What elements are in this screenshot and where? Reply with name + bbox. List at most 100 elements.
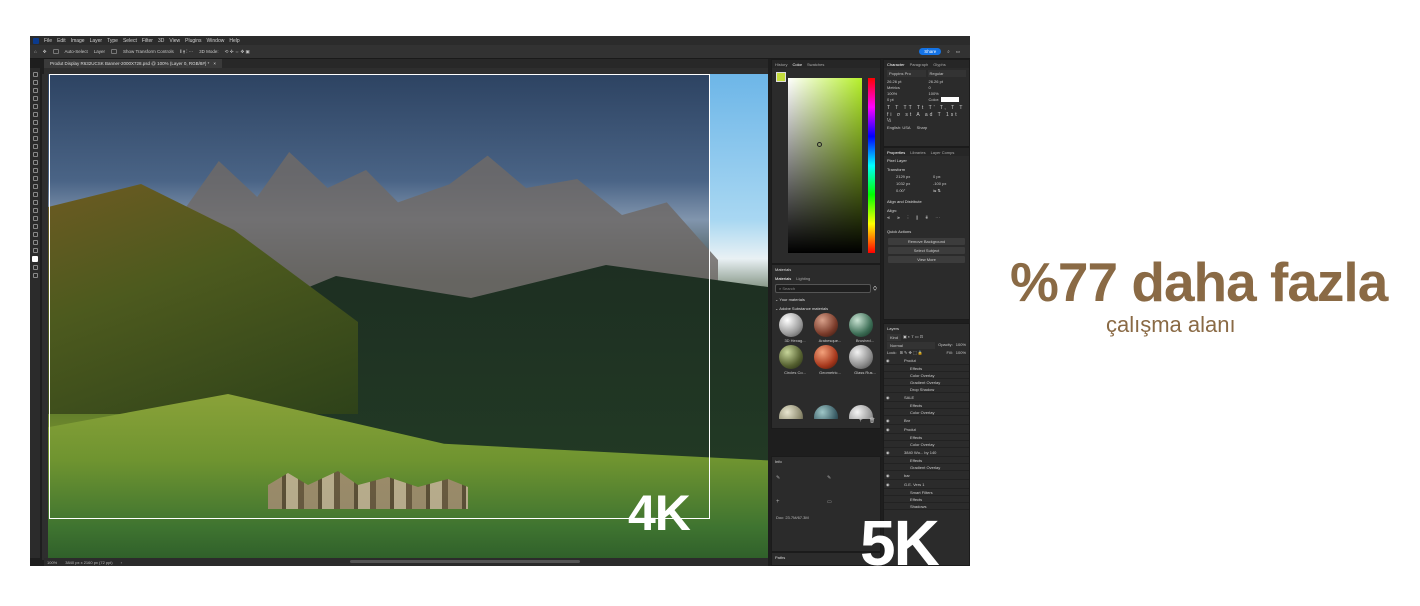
horizontal-scale-field[interactable]: 100%	[929, 91, 967, 96]
tab-properties[interactable]: Properties	[887, 150, 905, 155]
layer-effect-item[interactable]: Color Overlay	[884, 372, 969, 379]
tracking-field[interactable]: 0	[929, 85, 967, 90]
text-color-swatch[interactable]	[941, 97, 960, 102]
share-button[interactable]: Share	[919, 48, 942, 55]
eye-icon[interactable]: ◉	[886, 393, 890, 402]
layer-effect-item[interactable]: Effects	[884, 434, 969, 441]
material-item[interactable]: Glass Rus...	[849, 345, 881, 375]
healing-tool-icon[interactable]	[32, 136, 38, 141]
layer-effect-item[interactable]: Gradient Overlay	[884, 464, 969, 471]
layer-effect-item[interactable]: Smart Filters	[884, 489, 969, 496]
auto-select-checkbox[interactable]	[52, 49, 59, 54]
document-canvas[interactable]: 4K	[48, 74, 768, 560]
opacity-field[interactable]: 100%	[956, 342, 966, 349]
menu-view[interactable]: View	[169, 38, 180, 44]
workspace-icon[interactable]: ▭	[956, 49, 960, 55]
language-select[interactable]: English: USA	[887, 125, 911, 130]
menu-type[interactable]: Type	[107, 38, 118, 44]
material-thumbnail-icon[interactable]	[779, 405, 803, 419]
tab-libraries[interactable]: Libraries	[910, 150, 925, 155]
horizontal-scrollbar[interactable]	[350, 560, 580, 563]
layer-effect-item[interactable]: Effects	[884, 457, 969, 464]
material-item[interactable]: Arabesque...	[814, 313, 846, 343]
layer-effect-item[interactable]: Effects	[884, 365, 969, 372]
layer-filter-kind[interactable]: Kind	[887, 334, 902, 341]
show-transform-checkbox[interactable]	[111, 49, 118, 54]
baseline-shift-field[interactable]: 0 pt	[887, 97, 925, 102]
materials-search-input[interactable]: ⌕ Search	[775, 284, 871, 293]
marquee-tool-icon[interactable]	[32, 88, 38, 93]
tab-paragraph[interactable]: Paragraph	[910, 62, 929, 67]
layer-effect-item[interactable]: Effects	[884, 496, 969, 503]
fill-field[interactable]: 100%	[956, 350, 966, 355]
quick-actions-header[interactable]: Quick Actions	[884, 227, 969, 236]
layer-item[interactable]: ◉ Bnr	[884, 416, 969, 425]
eye-icon[interactable]: ◉	[886, 448, 890, 457]
blend-mode-select[interactable]: Normal	[887, 342, 936, 349]
remove-background-button[interactable]: Remove Background	[888, 238, 965, 245]
menu-edit[interactable]: Edit	[57, 38, 66, 44]
frame-tool-icon[interactable]	[32, 120, 38, 125]
type-tool-icon[interactable]	[32, 208, 38, 213]
material-item[interactable]: Geometric...	[814, 345, 846, 375]
stamp-tool-icon[interactable]	[32, 152, 38, 157]
add-material-icon[interactable]: +	[859, 418, 863, 424]
eye-icon[interactable]: ◉	[886, 416, 890, 425]
material-thumbnail-icon[interactable]	[814, 405, 838, 419]
view-more-button[interactable]: View More	[888, 256, 965, 263]
eye-icon[interactable]: ◉	[886, 356, 890, 365]
move-tool-icon[interactable]	[32, 72, 38, 77]
angle-field[interactable]: 0.00°	[896, 188, 929, 193]
shape-tool-icon[interactable]	[32, 224, 38, 229]
tab-character[interactable]: Character	[887, 62, 905, 67]
eye-icon[interactable]: ◉	[886, 425, 890, 434]
blur-tool-icon[interactable]	[32, 184, 38, 189]
tab-materials[interactable]: Materials	[775, 276, 791, 281]
quick-select-tool-icon[interactable]	[32, 104, 38, 109]
lasso-tool-icon[interactable]	[32, 96, 38, 101]
x-field[interactable]: 0 px	[933, 174, 966, 179]
tab-swatches[interactable]: Swatches	[807, 62, 824, 67]
chevron-right-icon[interactable]: ›	[121, 560, 122, 565]
dodge-tool-icon[interactable]	[32, 192, 38, 197]
hand-tool-icon[interactable]	[32, 232, 38, 237]
menu-3d[interactable]: 3D	[158, 38, 164, 44]
menu-layer[interactable]: Layer	[90, 38, 103, 44]
screen-mode-icon[interactable]	[32, 273, 38, 278]
menu-select[interactable]: Select	[123, 38, 137, 44]
eye-icon[interactable]: ◉	[886, 480, 890, 489]
type-style-buttons[interactable]: T T TT Tt T' T, T T	[887, 105, 966, 111]
transform-header[interactable]: Transform	[884, 165, 969, 174]
flip-icons[interactable]: ⇋ ⇅	[933, 188, 966, 193]
align-buttons[interactable]: ⫷ ⫸ ⫶ ⫴ ⫵ ⋯	[887, 215, 966, 221]
leading-field[interactable]: 26.26 pt	[929, 79, 967, 84]
layer-effect-item[interactable]: Color Overlay	[884, 409, 969, 416]
font-family-select[interactable]: Poppins Pro	[887, 70, 926, 77]
brush-tool-icon[interactable]	[32, 144, 38, 149]
quick-mask-icon[interactable]	[32, 265, 38, 270]
path-select-tool-icon[interactable]	[32, 216, 38, 221]
more-tools-icon[interactable]	[32, 248, 38, 253]
layer-filter-icons[interactable]: ▣ ◐ T ▭ ⊡	[903, 334, 923, 341]
menu-window[interactable]: Window	[207, 38, 225, 44]
material-thumbnail-icon[interactable]	[849, 405, 873, 419]
material-item[interactable]: Brushed...	[849, 313, 881, 343]
layer-effect-item[interactable]: Effects	[884, 402, 969, 409]
layer-item[interactable]: ◉ 3840 Wo... by 140	[884, 448, 969, 457]
antialias-select[interactable]: Sharp	[917, 125, 928, 130]
tab-glyphs[interactable]: Glyphs	[933, 62, 945, 67]
close-icon[interactable]: ×	[213, 61, 216, 66]
menu-help[interactable]: Help	[229, 38, 239, 44]
material-item[interactable]: 3D Hexag...	[779, 313, 811, 343]
select-subject-button[interactable]: Select Subject	[888, 247, 965, 254]
layer-item[interactable]: ◉ bar	[884, 471, 969, 480]
layer-effect-item[interactable]: Drop Shadow	[884, 386, 969, 393]
color-field[interactable]	[788, 78, 862, 253]
document-tab[interactable]: Produt Display R632UCSK Banner-2000X728.…	[44, 59, 223, 68]
opentype-buttons[interactable]: fi σ st A ad T 1st ½	[887, 112, 966, 124]
home-icon[interactable]: ⌂	[34, 49, 37, 54]
layer-item[interactable]: ◉ Produt	[884, 356, 969, 365]
vertical-scale-field[interactable]: 100%	[887, 91, 925, 96]
layer-item[interactable]: ◉ Produt	[884, 425, 969, 434]
filter-icon[interactable]: ⛭	[873, 286, 877, 292]
